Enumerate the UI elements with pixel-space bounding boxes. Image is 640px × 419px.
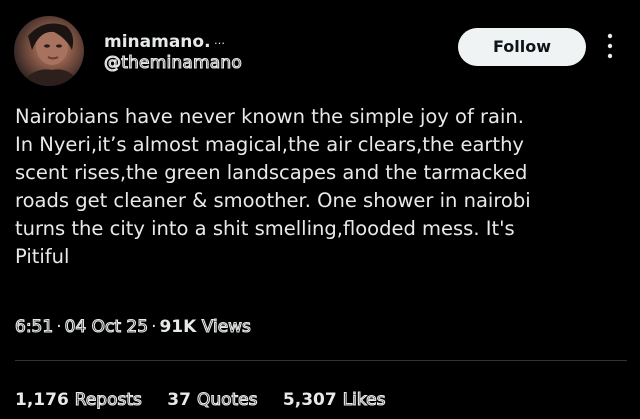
tweet-date[interactable]: 04 Oct 25: [64, 316, 149, 337]
tweet-text: Nairobians have never known the simple j…: [15, 105, 531, 268]
meta-separator: ·: [151, 317, 157, 337]
tweet-time[interactable]: 6:51: [14, 316, 53, 337]
quotes-label: Quotes: [196, 389, 258, 410]
follow-button[interactable]: Follow: [458, 28, 586, 66]
more-vertical-icon[interactable]: [606, 31, 614, 61]
avatar[interactable]: [14, 16, 84, 86]
engagement-stats: 1,176 Reposts 37 Quotes 5,307 Likes: [15, 388, 405, 412]
views-count: 91K: [159, 317, 197, 337]
reposts-label: Reposts: [74, 389, 142, 410]
likes-stat[interactable]: 5,307 Likes: [283, 388, 386, 412]
author-handle[interactable]: @theminamano: [103, 52, 242, 73]
author-display-name[interactable]: minamano.: [104, 32, 211, 52]
tweet-card: minamano. … @theminamano Follow Nairobia…: [0, 0, 640, 419]
reposts-stat[interactable]: 1,176 Reposts: [15, 388, 142, 412]
quotes-stat[interactable]: 37 Quotes: [167, 388, 258, 412]
likes-count: 5,307: [282, 390, 337, 410]
likes-label: Likes: [342, 389, 386, 410]
tweet-meta: 6:51 · 04 Oct 25 · 91K Views: [14, 316, 251, 338]
meta-separator: ·: [56, 317, 62, 337]
reposts-count: 1,176: [15, 390, 69, 410]
divider: [15, 360, 627, 361]
name-decoration: …: [214, 34, 225, 47]
quotes-count: 37: [167, 390, 191, 410]
views-label[interactable]: Views: [201, 316, 251, 337]
avatar-photo-icon: [18, 23, 82, 86]
